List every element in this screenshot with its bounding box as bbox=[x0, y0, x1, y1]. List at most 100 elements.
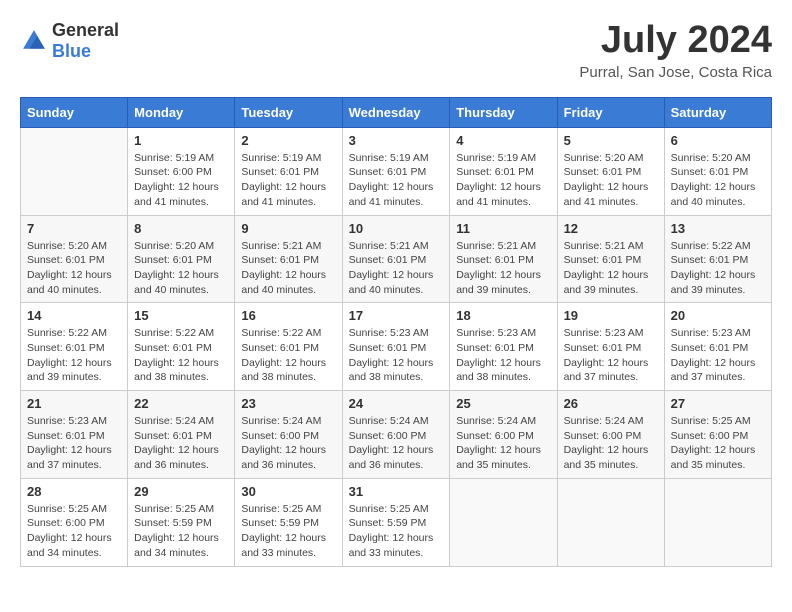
day-number: 6 bbox=[671, 133, 765, 148]
calendar-cell: 1 Sunrise: 5:19 AM Sunset: 6:00 PM Daylig… bbox=[128, 127, 235, 215]
calendar-cell: 16 Sunrise: 5:22 AM Sunset: 6:01 PM Dayli… bbox=[235, 303, 342, 391]
day-info: Sunrise: 5:23 AM Sunset: 6:01 PM Dayligh… bbox=[27, 414, 121, 473]
day-number: 26 bbox=[564, 396, 658, 411]
day-info: Sunrise: 5:23 AM Sunset: 6:01 PM Dayligh… bbox=[564, 326, 658, 385]
calendar-week-4: 21 Sunrise: 5:23 AM Sunset: 6:01 PM Dayli… bbox=[21, 391, 772, 479]
calendar-cell: 17 Sunrise: 5:23 AM Sunset: 6:01 PM Dayli… bbox=[342, 303, 450, 391]
calendar-cell: 5Sunrise: 5:20 AM Sunset: 6:01 PM Daylig… bbox=[557, 127, 664, 215]
day-info: Sunrise: 5:22 AM Sunset: 6:01 PM Dayligh… bbox=[241, 326, 335, 385]
day-number: 10 bbox=[349, 221, 444, 236]
day-number: 12 bbox=[564, 221, 658, 236]
calendar-cell: 27 Sunrise: 5:25 AM Sunset: 6:00 PM Dayli… bbox=[664, 391, 771, 479]
calendar-cell: 9Sunrise: 5:21 AM Sunset: 6:01 PM Daylig… bbox=[235, 215, 342, 303]
calendar-cell: 14 Sunrise: 5:22 AM Sunset: 6:01 PM Dayli… bbox=[21, 303, 128, 391]
day-number: 9 bbox=[241, 221, 335, 236]
calendar-week-3: 14 Sunrise: 5:22 AM Sunset: 6:01 PM Dayli… bbox=[21, 303, 772, 391]
calendar-cell: 11 Sunrise: 5:21 AM Sunset: 6:01 PM Dayli… bbox=[450, 215, 557, 303]
calendar-cell: 21 Sunrise: 5:23 AM Sunset: 6:01 PM Dayli… bbox=[21, 391, 128, 479]
page-header: General Blue July 2024 Purral, San Jose,… bbox=[20, 20, 772, 81]
day-info: Sunrise: 5:22 AM Sunset: 6:01 PM Dayligh… bbox=[134, 326, 228, 385]
day-info: Sunrise: 5:23 AM Sunset: 6:01 PM Dayligh… bbox=[456, 326, 550, 385]
day-number: 15 bbox=[134, 308, 228, 323]
day-info: Sunrise: 5:20 AM Sunset: 6:01 PM Dayligh… bbox=[671, 151, 765, 210]
col-header-wednesday: Wednesday bbox=[342, 97, 450, 127]
calendar-cell: 2 Sunrise: 5:19 AM Sunset: 6:01 PM Daylig… bbox=[235, 127, 342, 215]
day-number: 21 bbox=[27, 396, 121, 411]
day-info: Sunrise: 5:25 AM Sunset: 5:59 PM Dayligh… bbox=[241, 502, 335, 561]
calendar-header-row: SundayMondayTuesdayWednesdayThursdayFrid… bbox=[21, 97, 772, 127]
day-info: Sunrise: 5:24 AM Sunset: 6:00 PM Dayligh… bbox=[456, 414, 550, 473]
calendar-cell: 29Sunrise: 5:25 AM Sunset: 5:59 PM Dayli… bbox=[128, 478, 235, 566]
logo-icon bbox=[20, 27, 48, 55]
day-number: 22 bbox=[134, 396, 228, 411]
subtitle: Purral, San Jose, Costa Rica bbox=[579, 64, 772, 81]
day-info: Sunrise: 5:19 AM Sunset: 6:01 PM Dayligh… bbox=[241, 151, 335, 210]
col-header-saturday: Saturday bbox=[664, 97, 771, 127]
calendar-cell: 15 Sunrise: 5:22 AM Sunset: 6:01 PM Dayli… bbox=[128, 303, 235, 391]
calendar-cell: 26 Sunrise: 5:24 AM Sunset: 6:00 PM Dayli… bbox=[557, 391, 664, 479]
day-info: Sunrise: 5:22 AM Sunset: 6:01 PM Dayligh… bbox=[27, 326, 121, 385]
day-number: 1 bbox=[134, 133, 228, 148]
day-info: Sunrise: 5:20 AM Sunset: 6:01 PM Dayligh… bbox=[134, 239, 228, 298]
day-number: 2 bbox=[241, 133, 335, 148]
day-info: Sunrise: 5:20 AM Sunset: 6:01 PM Dayligh… bbox=[27, 239, 121, 298]
day-info: Sunrise: 5:24 AM Sunset: 6:00 PM Dayligh… bbox=[349, 414, 444, 473]
day-number: 16 bbox=[241, 308, 335, 323]
day-number: 27 bbox=[671, 396, 765, 411]
day-info: Sunrise: 5:24 AM Sunset: 6:00 PM Dayligh… bbox=[564, 414, 658, 473]
day-number: 17 bbox=[349, 308, 444, 323]
col-header-monday: Monday bbox=[128, 97, 235, 127]
day-info: Sunrise: 5:19 AM Sunset: 6:01 PM Dayligh… bbox=[349, 151, 444, 210]
day-info: Sunrise: 5:21 AM Sunset: 6:01 PM Dayligh… bbox=[456, 239, 550, 298]
calendar-cell bbox=[664, 478, 771, 566]
day-info: Sunrise: 5:25 AM Sunset: 5:59 PM Dayligh… bbox=[349, 502, 444, 561]
day-info: Sunrise: 5:23 AM Sunset: 6:01 PM Dayligh… bbox=[671, 326, 765, 385]
day-number: 20 bbox=[671, 308, 765, 323]
day-number: 14 bbox=[27, 308, 121, 323]
calendar-cell: 13Sunrise: 5:22 AM Sunset: 6:01 PM Dayli… bbox=[664, 215, 771, 303]
calendar-cell: 23 Sunrise: 5:24 AM Sunset: 6:00 PM Dayli… bbox=[235, 391, 342, 479]
logo-general: General bbox=[52, 20, 119, 40]
day-info: Sunrise: 5:24 AM Sunset: 6:00 PM Dayligh… bbox=[241, 414, 335, 473]
day-number: 7 bbox=[27, 221, 121, 236]
calendar-cell: 10 Sunrise: 5:21 AM Sunset: 6:01 PM Dayli… bbox=[342, 215, 450, 303]
col-header-tuesday: Tuesday bbox=[235, 97, 342, 127]
col-header-thursday: Thursday bbox=[450, 97, 557, 127]
day-number: 29 bbox=[134, 484, 228, 499]
day-number: 8 bbox=[134, 221, 228, 236]
day-number: 4 bbox=[456, 133, 550, 148]
day-info: Sunrise: 5:23 AM Sunset: 6:01 PM Dayligh… bbox=[349, 326, 444, 385]
calendar-week-2: 7 Sunrise: 5:20 AM Sunset: 6:01 PM Daylig… bbox=[21, 215, 772, 303]
day-info: Sunrise: 5:21 AM Sunset: 6:01 PM Dayligh… bbox=[349, 239, 444, 298]
calendar-cell: 4 Sunrise: 5:19 AM Sunset: 6:01 PM Daylig… bbox=[450, 127, 557, 215]
day-number: 23 bbox=[241, 396, 335, 411]
day-info: Sunrise: 5:25 AM Sunset: 6:00 PM Dayligh… bbox=[671, 414, 765, 473]
calendar-table: SundayMondayTuesdayWednesdayThursdayFrid… bbox=[20, 97, 772, 567]
logo: General Blue bbox=[20, 20, 119, 62]
calendar-cell: 20 Sunrise: 5:23 AM Sunset: 6:01 PM Dayli… bbox=[664, 303, 771, 391]
day-number: 19 bbox=[564, 308, 658, 323]
day-info: Sunrise: 5:24 AM Sunset: 6:01 PM Dayligh… bbox=[134, 414, 228, 473]
calendar-cell: 18 Sunrise: 5:23 AM Sunset: 6:01 PM Dayli… bbox=[450, 303, 557, 391]
calendar-week-5: 28Sunrise: 5:25 AM Sunset: 6:00 PM Dayli… bbox=[21, 478, 772, 566]
day-info: Sunrise: 5:19 AM Sunset: 6:01 PM Dayligh… bbox=[456, 151, 550, 210]
calendar-cell: 7 Sunrise: 5:20 AM Sunset: 6:01 PM Daylig… bbox=[21, 215, 128, 303]
calendar-cell: 22 Sunrise: 5:24 AM Sunset: 6:01 PM Dayli… bbox=[128, 391, 235, 479]
col-header-friday: Friday bbox=[557, 97, 664, 127]
day-number: 13 bbox=[671, 221, 765, 236]
day-number: 30 bbox=[241, 484, 335, 499]
day-number: 18 bbox=[456, 308, 550, 323]
calendar-cell: 19 Sunrise: 5:23 AM Sunset: 6:01 PM Dayli… bbox=[557, 303, 664, 391]
day-info: Sunrise: 5:19 AM Sunset: 6:00 PM Dayligh… bbox=[134, 151, 228, 210]
calendar-cell: 8 Sunrise: 5:20 AM Sunset: 6:01 PM Daylig… bbox=[128, 215, 235, 303]
day-number: 11 bbox=[456, 221, 550, 236]
calendar-cell bbox=[450, 478, 557, 566]
calendar-cell: 30 Sunrise: 5:25 AM Sunset: 5:59 PM Dayli… bbox=[235, 478, 342, 566]
logo-text: General Blue bbox=[52, 20, 119, 62]
calendar-cell: 12 Sunrise: 5:21 AM Sunset: 6:01 PM Dayli… bbox=[557, 215, 664, 303]
day-info: Sunrise: 5:21 AM Sunset: 6:01 PM Dayligh… bbox=[564, 239, 658, 298]
calendar-cell: 28Sunrise: 5:25 AM Sunset: 6:00 PM Dayli… bbox=[21, 478, 128, 566]
day-number: 24 bbox=[349, 396, 444, 411]
calendar-cell: 25 Sunrise: 5:24 AM Sunset: 6:00 PM Dayli… bbox=[450, 391, 557, 479]
day-number: 25 bbox=[456, 396, 550, 411]
